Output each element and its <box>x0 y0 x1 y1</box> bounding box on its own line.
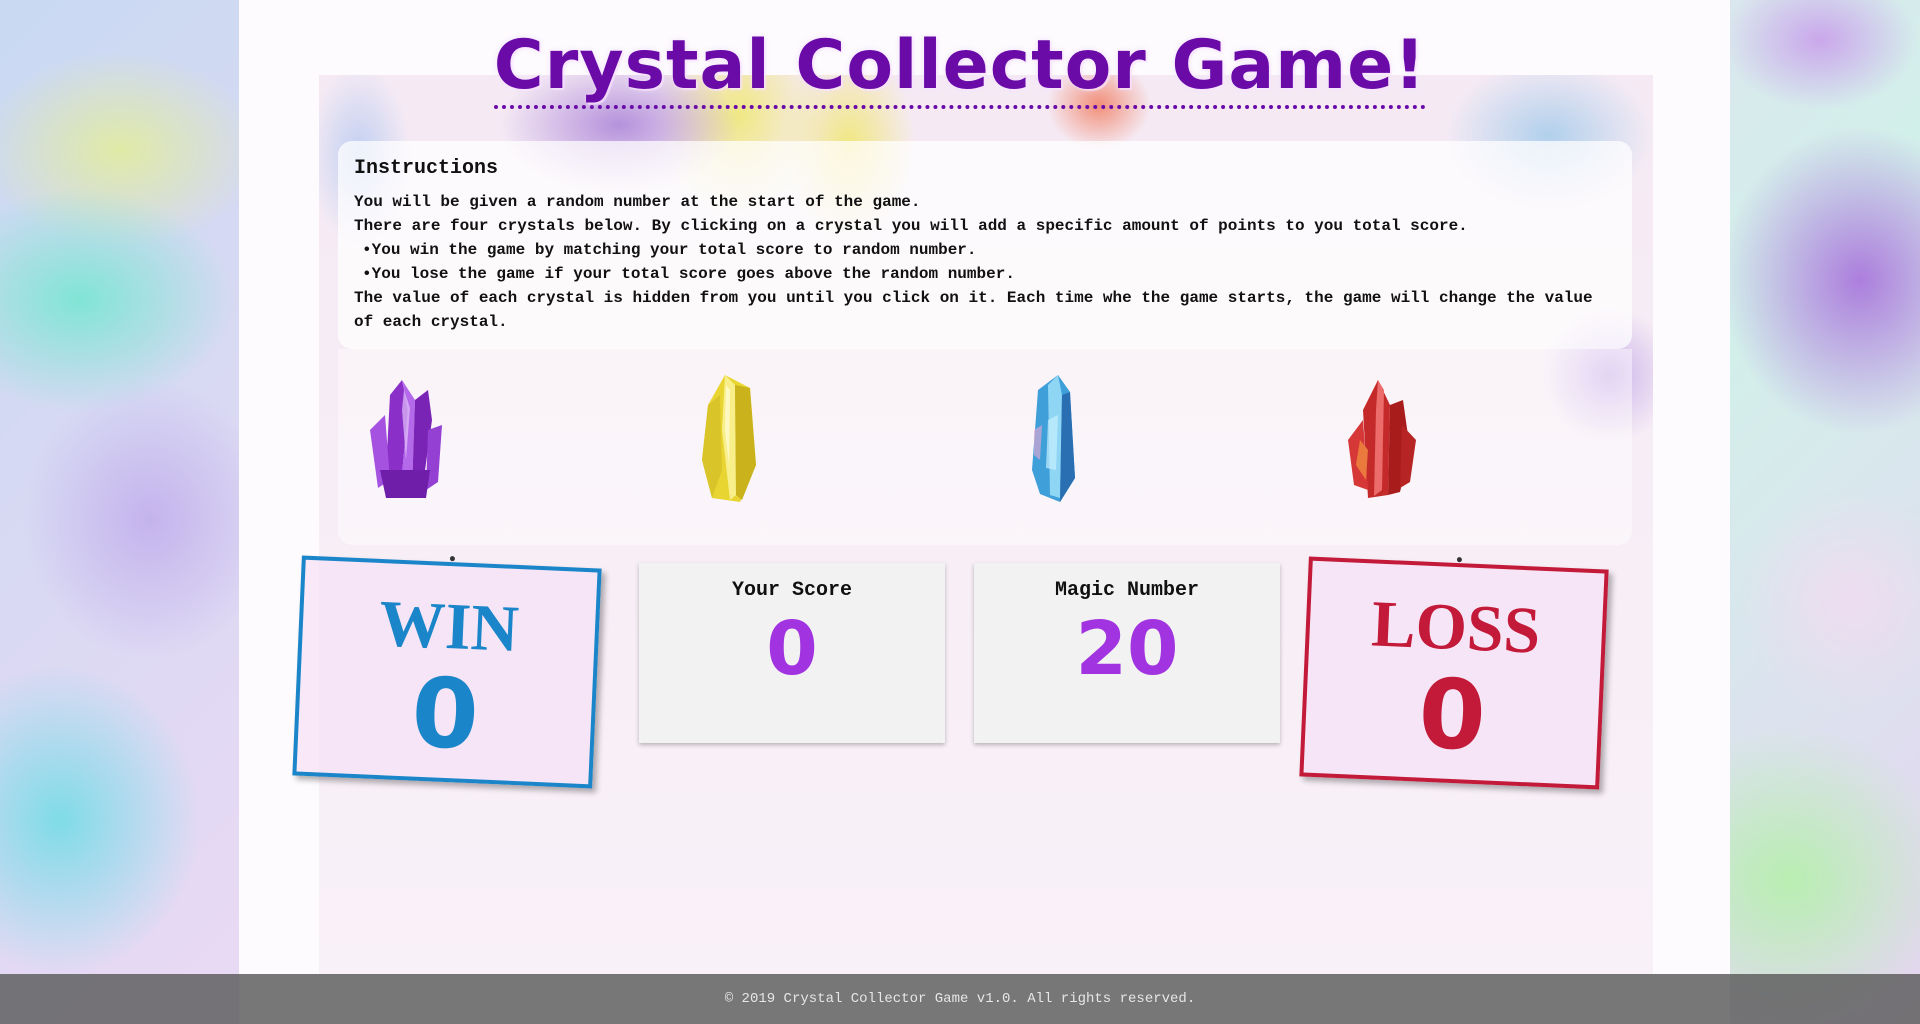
instruction-line: There are four crystals below. By clicki… <box>354 217 1468 235</box>
instruction-bullet: You lose the game if your total score go… <box>354 262 1616 286</box>
loss-count: 0 <box>1416 657 1488 773</box>
magic-number-box: Magic Number 20 <box>974 563 1280 743</box>
instructions-panel: Instructions You will be given a random … <box>338 141 1632 349</box>
instruction-line: The value of each crystal is hidden from… <box>354 289 1593 331</box>
loss-sign: LOSS 0 <box>1299 556 1609 790</box>
loss-label: LOSS <box>1370 587 1542 668</box>
page-title: Crystal Collector Game! <box>0 26 1920 109</box>
instruction-line: You will be given a random number at the… <box>354 193 921 211</box>
yellow-crystal-button[interactable] <box>690 370 770 505</box>
page-title-text: Crystal Collector Game! <box>493 26 1427 109</box>
your-score-label: Your Score <box>731 579 853 602</box>
your-score-value: 0 <box>766 606 818 692</box>
magic-number-label: Magic Number <box>1054 579 1200 602</box>
win-sign: WIN 0 <box>292 555 602 789</box>
footer: © 2019 Crystal Collector Game v1.0. All … <box>0 974 1920 1024</box>
your-score-box: Your Score 0 <box>639 563 945 743</box>
win-label: WIN <box>377 587 521 667</box>
red-crystal-button[interactable] <box>1338 370 1423 505</box>
magic-number-value: 20 <box>1075 606 1179 692</box>
crystal-panel <box>338 349 1632 545</box>
instruction-bullet: You win the game by matching your total … <box>354 238 1616 262</box>
win-count: 0 <box>409 656 481 772</box>
purple-crystal-button[interactable] <box>360 370 450 505</box>
instructions-heading: Instructions <box>354 157 499 180</box>
blue-crystal-button[interactable] <box>1020 370 1085 505</box>
